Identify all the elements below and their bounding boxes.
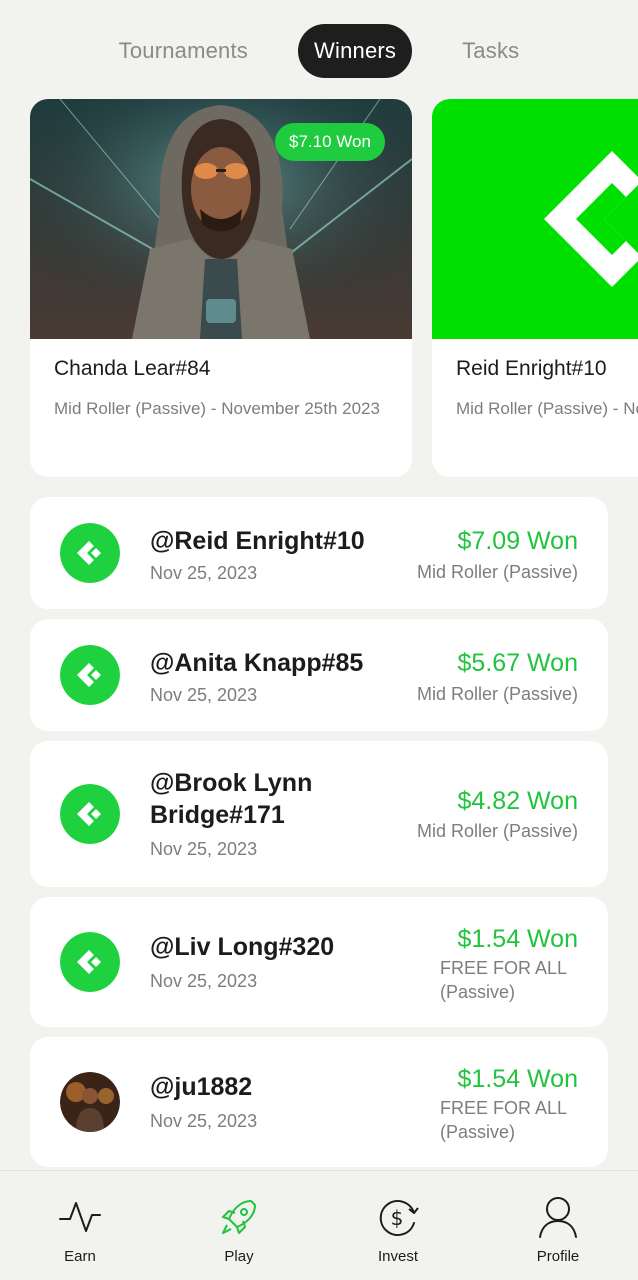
- featured-card[interactable]: Reid Enright#10 Mid Roller (Passive) - N…: [432, 99, 638, 477]
- logo-icon: [60, 932, 120, 992]
- tab-tasks[interactable]: Tasks: [446, 24, 535, 78]
- winner-name: @ju1882: [150, 1073, 253, 1101]
- winner-date: Nov 25, 2023: [150, 685, 258, 705]
- nav-invest[interactable]: $ Invest: [348, 1171, 448, 1280]
- winner-date: Nov 25, 2023: [150, 839, 258, 859]
- nav-label: Invest: [377, 1248, 419, 1265]
- tab-bar: Tournaments Winners Tasks: [0, 24, 638, 78]
- winner-name: @Anita Knapp#85: [150, 649, 364, 677]
- featured-card[interactable]: $7.10 Won Chanda Lear#84 Mid Roller (Pas…: [30, 99, 412, 477]
- winner-name: @Liv Long#320: [150, 933, 335, 961]
- tab-tournaments[interactable]: Tournaments: [103, 24, 264, 78]
- list-item[interactable]: @Reid Enright#10 Nov 25, 2023 $7.09 Won …: [30, 497, 608, 609]
- list-item[interactable]: @Brook Lynn Bridge#171 Nov 25, 2023 $4.8…: [30, 741, 608, 887]
- winner-amount: $4.82 Won: [457, 787, 578, 815]
- nav-label: Profile: [536, 1248, 580, 1265]
- tournament-type: Mid Roller (Passive): [416, 684, 578, 704]
- svg-text:$: $: [391, 1206, 404, 1230]
- logo-icon: [60, 645, 120, 705]
- winner-amount: $7.09 Won: [457, 527, 578, 555]
- tournament-type: FREE FOR ALL (Passive): [440, 1098, 567, 1142]
- featured-tournament-info: Mid Roller (Passive) - November 25th 202…: [54, 399, 380, 418]
- nav-earn[interactable]: Earn: [30, 1171, 130, 1280]
- winner-amount: $5.67 Won: [457, 649, 578, 677]
- winner-date: Nov 25, 2023: [150, 1111, 258, 1131]
- winner-name: @Brook Lynn Bridge#171: [150, 769, 313, 829]
- winner-date: Nov 25, 2023: [150, 563, 258, 583]
- tab-winners[interactable]: Winners: [298, 24, 413, 78]
- featured-carousel[interactable]: $7.10 Won Chanda Lear#84 Mid Roller (Pas…: [30, 99, 638, 477]
- winner-date: Nov 25, 2023: [150, 971, 258, 991]
- logo-icon: [60, 523, 120, 583]
- pulse-icon: [59, 1202, 101, 1232]
- winner-name: @Reid Enright#10: [150, 527, 365, 555]
- logo-icon: [60, 784, 120, 844]
- list-item[interactable]: @Anita Knapp#85 Nov 25, 2023 $5.67 Won M…: [30, 619, 608, 731]
- list-item[interactable]: @Liv Long#320 Nov 25, 2023 $1.54 Won FRE…: [30, 897, 608, 1027]
- bottom-nav: Earn Play $ Invest Profile: [0, 1170, 638, 1280]
- featured-winner-name: Reid Enright#10: [456, 357, 607, 380]
- logo-image: [432, 99, 638, 339]
- tournament-type: FREE FOR ALL (Passive): [440, 958, 567, 1002]
- rocket-icon: [222, 1200, 256, 1234]
- tournament-type: Mid Roller (Passive): [416, 821, 578, 841]
- winner-amount: $1.54 Won: [457, 925, 578, 953]
- featured-tournament-info: Mid Roller (Passive) - November 25th 202…: [456, 399, 638, 418]
- tournament-type: Mid Roller (Passive): [416, 562, 578, 582]
- nav-label: Earn: [64, 1248, 96, 1265]
- list-item[interactable]: @ju1882 Nov 25, 2023 $1.54 Won FREE FOR …: [30, 1037, 608, 1167]
- dollar-cycle-icon: $: [379, 1200, 419, 1236]
- featured-winner-name: Chanda Lear#84: [54, 357, 211, 380]
- won-badge: $7.10 Won: [275, 123, 385, 161]
- user-icon: [539, 1197, 577, 1238]
- nav-label: Play: [224, 1248, 254, 1265]
- winner-amount: $1.54 Won: [457, 1065, 578, 1093]
- user-photo: [60, 1072, 120, 1132]
- nav-play[interactable]: Play: [189, 1171, 289, 1280]
- nav-profile[interactable]: Profile: [508, 1171, 608, 1280]
